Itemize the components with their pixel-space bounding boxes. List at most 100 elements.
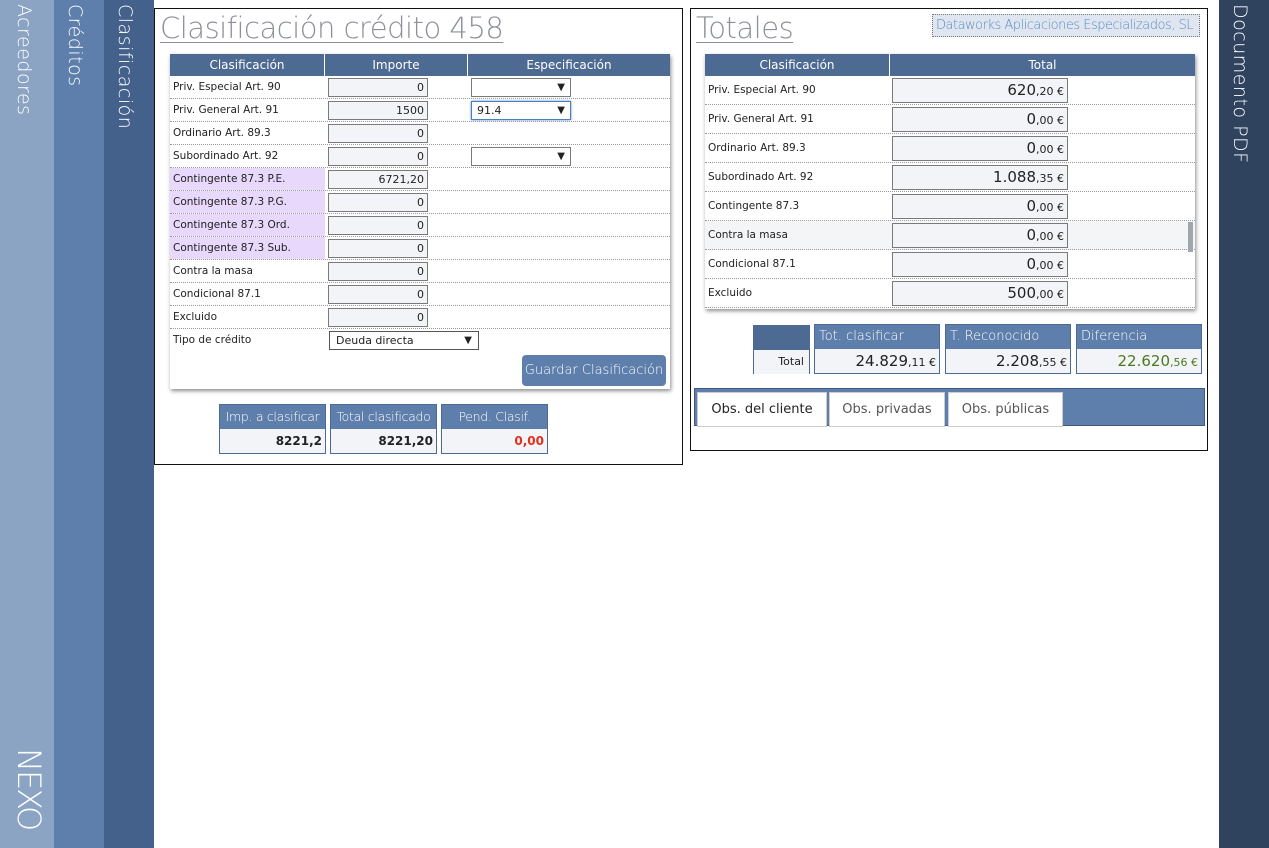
especificacion-cell: [468, 168, 668, 190]
total-row-header: [754, 326, 809, 350]
total-value: 620,20 €: [892, 77, 1068, 103]
nav-documento-pdf-label: Documento PDF: [1229, 4, 1251, 164]
nav-creditos[interactable]: Créditos: [54, 0, 104, 848]
table-row: Contra la masa 0,00 €: [705, 221, 1195, 250]
chevron-down-icon: ▼: [557, 151, 565, 162]
tipo-credito-row: Tipo de crédito Deuda directa ▼: [170, 329, 670, 352]
nav-acreedores[interactable]: Acreedores NEXO: [0, 0, 54, 848]
nav-documento-pdf[interactable]: Documento PDF: [1219, 0, 1269, 848]
table-row: Contingente 87.3 Sub. 0: [170, 237, 670, 260]
importe-input[interactable]: 0: [328, 285, 428, 304]
summary-dec: ,56 €: [1170, 356, 1198, 369]
total-value: 500,00 €: [892, 280, 1068, 306]
tab-obs[interactable]: Obs. privadas: [829, 392, 945, 427]
nav-clasificacion[interactable]: Clasificación: [104, 0, 154, 848]
summary-value: 22.620,56 €: [1077, 349, 1201, 373]
importe-input[interactable]: 0: [328, 124, 428, 143]
row-label: Priv. General Art. 91: [708, 113, 814, 125]
table-row: Contra la masa 0: [170, 260, 670, 283]
total-int: 0: [1026, 138, 1036, 157]
importe-cell: 0: [325, 214, 468, 236]
summary-dec: ,11 €: [908, 356, 936, 369]
header-clasificacion: Clasificación: [705, 54, 890, 76]
table-row: Contingente 87.3 P.G. 0: [170, 191, 670, 214]
pend-clasif-label: Pend. Clasif.: [442, 405, 547, 429]
totales-panel: Totales Dataworks Aplicaciones Especiali…: [690, 8, 1208, 451]
total-cell: 500,00 €: [890, 279, 1195, 308]
importe-cell: 0: [325, 283, 468, 305]
table-row: Contingente 87.3 P.E. 6721,20: [170, 168, 670, 191]
importe-input[interactable]: 0: [328, 308, 428, 327]
importe-input[interactable]: 0: [328, 147, 428, 166]
header-clasificacion: Clasificación: [170, 54, 325, 76]
total-dec: ,20 €: [1036, 84, 1064, 98]
total-int: 0: [1026, 109, 1036, 128]
header-especificacion: Especificación: [526, 58, 612, 72]
tab-obs[interactable]: Obs. del cliente: [697, 392, 827, 427]
especificacion-select[interactable]: 91.4 ▼: [471, 101, 571, 120]
nav-creditos-label: Créditos: [64, 4, 86, 87]
chevron-down-icon: ▼: [557, 105, 565, 116]
total-value: 0,00 €: [892, 106, 1068, 132]
company-name-field[interactable]: Dataworks Aplicaciones Especializados, S…: [932, 14, 1200, 37]
importe-cell: 0: [325, 191, 468, 213]
table-row: Ordinario Art. 89.3 0,00 €: [705, 134, 1195, 163]
row-label: Ordinario Art. 89.3: [708, 142, 806, 154]
total-dec: ,35 €: [1036, 171, 1064, 185]
tipo-credito-select[interactable]: Deuda directa ▼: [329, 331, 479, 350]
obs-tabs-bar: Obs. del cliente Obs. privadas Obs. públic…: [694, 388, 1205, 427]
row-label: Contra la masa: [173, 265, 253, 277]
total-clasificado-value: 8221,20: [331, 429, 436, 453]
total-cell: 1.088,35 €: [890, 163, 1195, 192]
summary-int: 24.829: [855, 352, 909, 370]
table-scrollbar[interactable]: [1188, 222, 1193, 252]
summary-label: Diferencia: [1077, 325, 1201, 349]
especificacion-cell: [468, 122, 668, 144]
especificacion-cell: 91.4 ▼: [468, 99, 668, 121]
especificacion-select[interactable]: ▼: [471, 78, 571, 97]
especificacion-value: 91.4: [477, 104, 502, 117]
importe-input[interactable]: 0: [328, 193, 428, 212]
table-row: Subordinado Art. 92 0 ▼: [170, 145, 670, 168]
summary-int: 22.620: [1117, 352, 1171, 370]
tab-obs[interactable]: Obs. públicas: [948, 392, 1063, 427]
tipo-credito-label: Tipo de crédito: [173, 334, 252, 346]
total-cell: 0,00 €: [890, 105, 1195, 134]
row-label: Ordinario Art. 89.3: [173, 127, 271, 139]
importe-input[interactable]: 1500: [328, 101, 428, 120]
tipo-credito-value: Deuda directa: [336, 334, 414, 347]
row-label: Priv. General Art. 91: [173, 104, 279, 116]
summary-int: 2.208: [996, 352, 1039, 370]
total-int: 1.088: [993, 167, 1036, 186]
totales-table: Clasificación Total Priv. Especial Art. …: [705, 54, 1195, 309]
importe-input[interactable]: 0: [328, 262, 428, 281]
table-row: Condicional 87.1 0,00 €: [705, 250, 1195, 279]
especificacion-cell: [468, 306, 668, 328]
row-label: Excluido: [173, 311, 218, 323]
row-label: Subordinado Art. 92: [708, 171, 814, 183]
guardar-clasificacion-button[interactable]: Guardar Clasificación: [522, 355, 666, 386]
nexo-logo: NEXO: [10, 748, 48, 830]
total-cell: 0,00 €: [890, 192, 1195, 221]
importe-cell: 0: [325, 237, 468, 259]
importe-input[interactable]: 6721,20: [328, 170, 428, 189]
total-int: 0: [1026, 196, 1036, 215]
imp-a-clasificar-box: Imp. a clasificar 8221,2: [219, 404, 326, 454]
table-row: Contingente 87.3 0,00 €: [705, 192, 1195, 221]
total-int: 0: [1026, 254, 1036, 273]
total-row-label: Total: [754, 350, 809, 374]
especificacion-select[interactable]: ▼: [471, 147, 571, 166]
importe-input[interactable]: 0: [328, 216, 428, 235]
total-dec: ,00 €: [1036, 287, 1064, 301]
totales-header: Clasificación Total: [705, 54, 1195, 76]
importe-input[interactable]: 0: [328, 239, 428, 258]
especificacion-cell: [468, 283, 668, 305]
total-dec: ,00 €: [1036, 142, 1064, 156]
header-importe: Importe: [325, 54, 468, 76]
chevron-down-icon: ▼: [557, 82, 565, 93]
total-clasificado-box: Total clasificado 8221,20: [330, 404, 437, 454]
chevron-down-icon: ▼: [464, 335, 472, 346]
total-int: 0: [1026, 225, 1036, 244]
total-value: 0,00 €: [892, 251, 1068, 277]
importe-input[interactable]: 0: [328, 78, 428, 97]
